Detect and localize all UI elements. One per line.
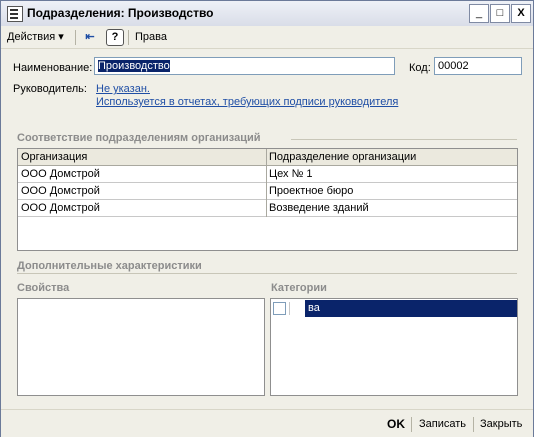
footer-separator [473,417,474,432]
close-button[interactable]: Закрыть [480,416,522,432]
actions-menu[interactable]: Действия ▾ [7,29,64,45]
window-title: Подразделения: Производство [27,6,214,20]
actions-label: Действия [7,31,56,43]
mapping-section-title: Соответствие подразделениям организаций [17,132,261,144]
table-cell[interactable]: ООО Домстрой [18,183,266,200]
title-bar: Подразделения: Производство _ □ X [1,1,533,27]
section-divider [291,139,517,140]
maximize-button[interactable]: □ [490,4,510,23]
ok-button[interactable]: OK [387,416,405,432]
minimize-button[interactable]: _ [469,4,489,23]
mapping-table[interactable]: Организация Подразделение организации ОО… [17,148,518,251]
table-cell[interactable]: Проектное бюро [266,183,517,200]
categories-list[interactable]: ва [270,298,518,396]
footer-separator [411,417,412,432]
section-divider [17,273,517,274]
help-button[interactable]: ? [106,29,124,46]
toolbar-separator [128,30,129,45]
table-cell[interactable]: Цех № 1 [266,166,517,183]
table-cell[interactable]: Возведение зданий [266,200,517,217]
list-item[interactable]: ва [271,300,517,317]
name-input[interactable]: Производство [94,57,395,75]
save-button[interactable]: Записать [419,416,466,432]
go-to-list-icon[interactable]: ⇤ [81,29,99,45]
footer-bar: OK Записать Закрыть [1,409,533,437]
toolbar: Действия ▾ ⇤ ? Права [1,26,533,49]
properties-label: Свойства [17,282,70,294]
categories-label: Категории [271,282,327,294]
manager-link[interactable]: Не указан. [96,83,150,95]
column-separator [266,149,267,217]
close-window-button[interactable]: X [511,4,531,23]
manager-note-link[interactable]: Используется в отчетах, требующих подпис… [96,96,398,108]
cell-divider [289,302,303,315]
code-label: Код: [409,62,431,74]
dialog-window: Подразделения: Производство _ □ X Действ… [0,0,534,437]
properties-list[interactable] [17,298,265,396]
name-value: Производство [98,60,170,72]
category-item-label[interactable]: ва [305,300,517,317]
extra-section-title: Дополнительные характеристики [17,260,202,272]
column-header-organization[interactable]: Организация [18,149,266,166]
form-icon [7,6,23,22]
dropdown-arrow-icon: ▾ [58,31,64,43]
code-input[interactable]: 00002 [434,57,522,75]
manager-label: Руководитель: [13,83,87,95]
name-label: Наименование: [13,62,93,74]
toolbar-separator [75,30,76,45]
table-cell[interactable]: ООО Домстрой [18,166,266,183]
table-cell[interactable]: ООО Домстрой [18,200,266,217]
rights-button[interactable]: Права [135,29,167,45]
column-header-org-unit[interactable]: Подразделение организации [266,149,517,166]
category-checkbox[interactable] [273,302,286,315]
